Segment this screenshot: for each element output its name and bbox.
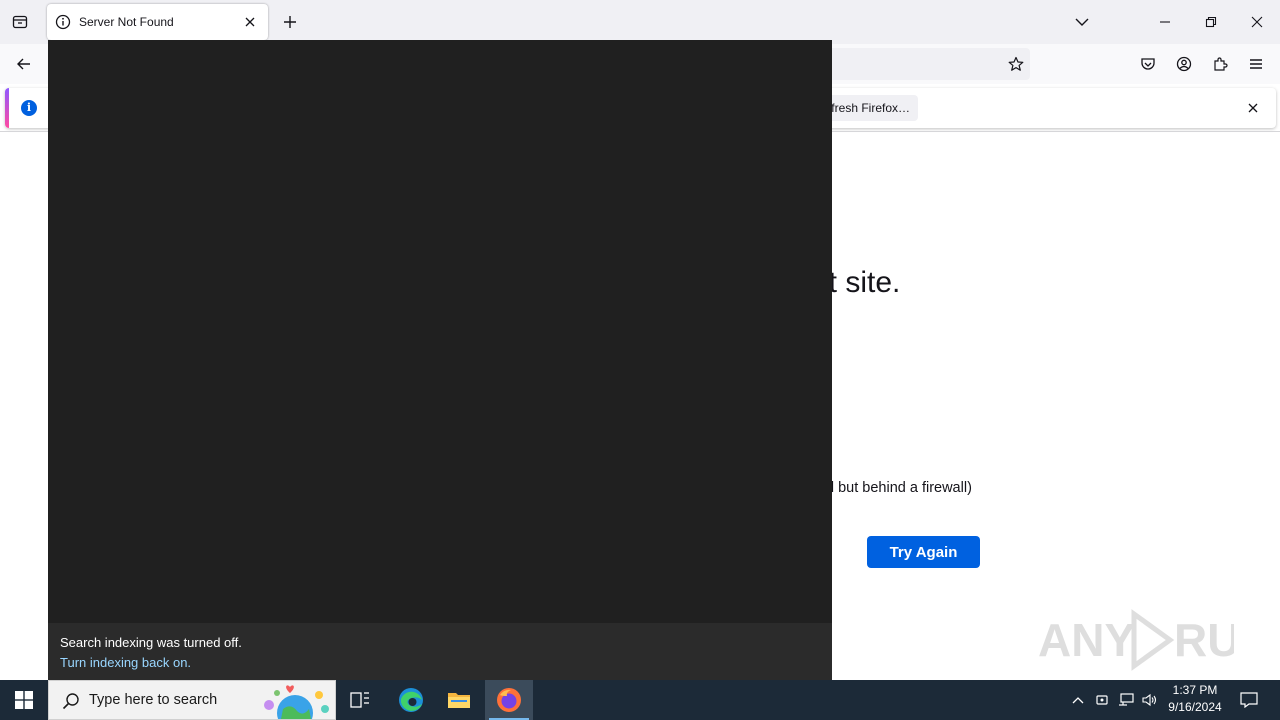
error-hint-text: d but behind a firewall)	[826, 480, 972, 496]
minimize-icon	[1160, 21, 1170, 23]
taskbar-search-box[interactable]: Type here to search	[48, 680, 336, 720]
tab-server-not-found[interactable]: Server Not Found	[47, 4, 268, 40]
windows-search-flyout: Search indexing was turned off. Turn ind…	[48, 40, 832, 680]
info-icon	[55, 14, 71, 30]
close-icon	[1251, 16, 1263, 28]
new-tab-button[interactable]	[278, 10, 302, 34]
info-icon: i	[21, 100, 37, 116]
turn-indexing-on-link[interactable]: Turn indexing back on.	[60, 653, 820, 673]
speaker-icon	[1142, 693, 1157, 707]
tray-device-icon[interactable]	[1092, 690, 1112, 710]
indexing-off-message: Search indexing was turned off.	[60, 635, 242, 650]
taskbar-clock[interactable]: 1:37 PM 9/16/2024	[1160, 682, 1230, 718]
show-hidden-icons-button[interactable]	[1068, 690, 1088, 710]
notification-icon	[1240, 692, 1258, 708]
back-button[interactable]	[10, 50, 38, 78]
chevron-up-icon	[1072, 697, 1084, 704]
folder-icon	[448, 693, 470, 708]
account-icon	[1176, 56, 1192, 72]
device-icon	[1096, 695, 1108, 705]
close-window-button[interactable]	[1241, 6, 1273, 38]
anyrun-watermark: ANY RUN	[1038, 608, 1274, 672]
back-arrow-icon	[17, 58, 30, 70]
minimize-button[interactable]	[1149, 6, 1181, 38]
list-all-tabs-button[interactable]	[1066, 6, 1098, 38]
restore-icon	[1205, 16, 1217, 28]
firefox-view-icon	[12, 15, 28, 29]
tab-close-button[interactable]	[240, 12, 260, 32]
file-explorer-taskbar-button[interactable]	[435, 680, 483, 720]
star-icon	[1008, 56, 1024, 71]
start-button[interactable]	[0, 680, 48, 720]
search-highlight-globe-icon	[264, 685, 329, 719]
tab-title: Server Not Found	[79, 15, 174, 29]
bookmark-star-button[interactable]	[1002, 50, 1030, 78]
restore-button[interactable]	[1195, 6, 1227, 38]
plus-icon	[284, 16, 296, 28]
account-button[interactable]	[1170, 50, 1198, 78]
watermark-text-right: RUN	[1174, 614, 1234, 666]
network-tray-button[interactable]	[1116, 690, 1136, 710]
task-view-button[interactable]	[336, 680, 384, 720]
firefox-view-button[interactable]	[8, 10, 32, 34]
refresh-firefox-button[interactable]: Refresh Firefox…	[825, 95, 918, 121]
firefox-taskbar-button[interactable]	[485, 680, 533, 720]
action-center-button[interactable]	[1234, 680, 1264, 720]
tab-strip: Server Not Found	[0, 0, 1280, 44]
search-icon	[62, 693, 79, 710]
taskbar: Type here to search 1:37 PM 9/16/2024	[0, 680, 1280, 720]
edge-taskbar-button[interactable]	[387, 680, 435, 720]
windows-logo-icon	[15, 691, 33, 709]
task-view-icon	[350, 692, 369, 708]
notification-accent	[5, 88, 9, 128]
clock-time: 1:37 PM	[1172, 683, 1218, 697]
chevron-down-icon	[1075, 18, 1089, 26]
pocket-button[interactable]	[1134, 50, 1162, 78]
volume-tray-button[interactable]	[1140, 690, 1160, 710]
network-icon	[1119, 693, 1134, 706]
close-icon	[245, 17, 255, 27]
app-menu-button[interactable]	[1242, 50, 1270, 78]
clock-date: 9/16/2024	[1168, 700, 1222, 714]
edge-icon	[399, 688, 423, 712]
try-again-button[interactable]: Try Again	[867, 536, 980, 568]
notification-close-button[interactable]	[1243, 98, 1263, 118]
pocket-icon	[1141, 58, 1155, 70]
puzzle-icon	[1214, 57, 1228, 71]
hamburger-menu-icon	[1250, 59, 1262, 69]
extensions-button[interactable]	[1206, 50, 1234, 78]
close-icon	[1248, 103, 1258, 113]
firefox-icon	[497, 688, 521, 712]
search-placeholder: Type here to search	[89, 692, 218, 708]
indexing-notice: Search indexing was turned off. Turn ind…	[48, 623, 832, 680]
play-icon	[1131, 609, 1175, 671]
watermark-text-left: ANY	[1038, 614, 1135, 666]
